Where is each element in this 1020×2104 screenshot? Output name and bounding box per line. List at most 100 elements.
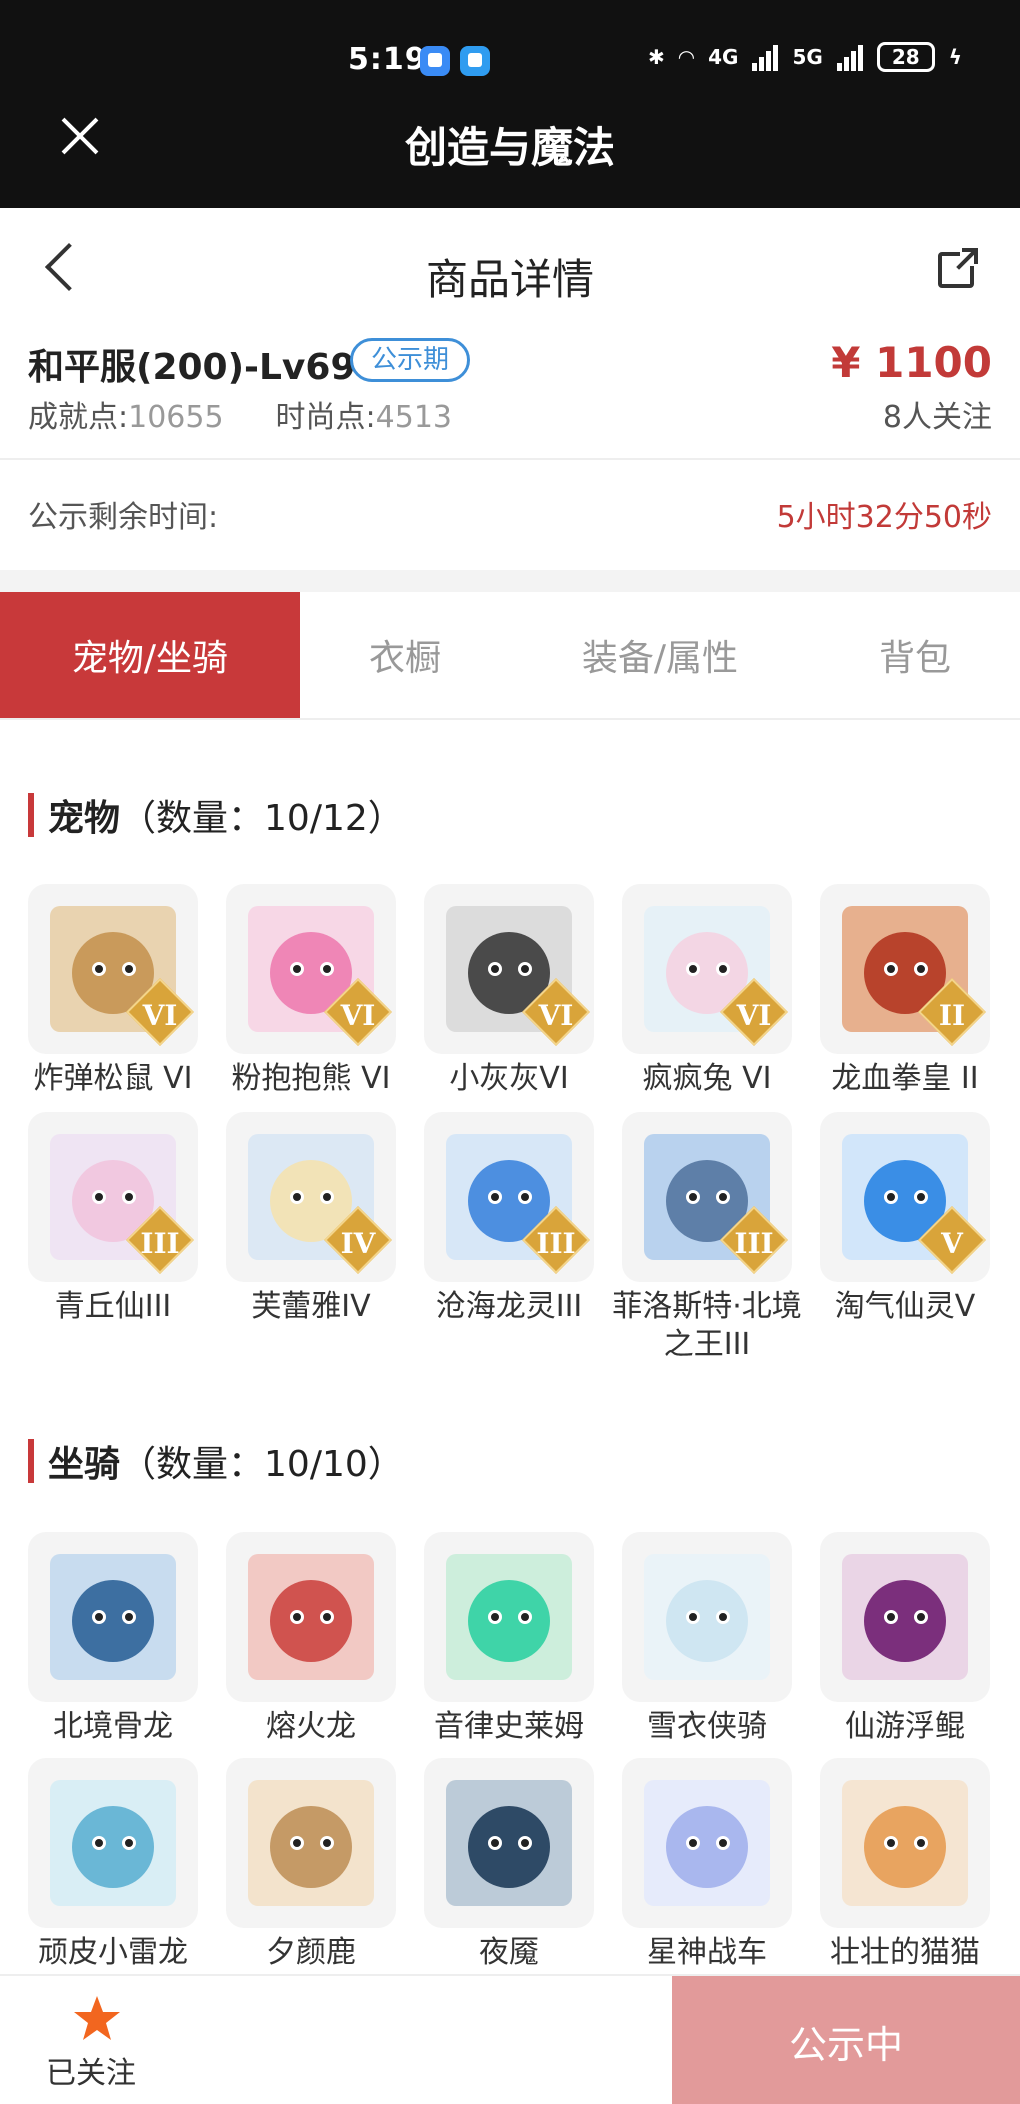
list-item[interactable]: VI 粉抱抱熊 VI bbox=[226, 884, 396, 1098]
item-label: 淘气仙灵V bbox=[834, 1289, 976, 1324]
nightmare-horse-icon bbox=[446, 1780, 572, 1906]
tab-equipment[interactable]: 装备/属性 bbox=[510, 592, 810, 718]
item-thumbnail[interactable]: VI bbox=[226, 884, 396, 1054]
character-eye bbox=[320, 1610, 334, 1624]
item-label: 夕颜鹿 bbox=[266, 1935, 356, 1970]
list-item[interactable]: 壮壮的猫猫 bbox=[820, 1758, 990, 1972]
item-label: 芙蕾雅IV bbox=[251, 1289, 371, 1324]
status-action-button[interactable]: 公示中 bbox=[672, 1976, 1020, 2104]
character-eye bbox=[686, 1836, 700, 1850]
item-thumbnail[interactable] bbox=[226, 1532, 396, 1702]
item-thumbnail[interactable]: III bbox=[424, 1112, 594, 1282]
character-eye bbox=[884, 962, 898, 976]
list-item[interactable]: VI 疯疯兔 VI bbox=[622, 884, 792, 1098]
list-item[interactable]: V 淘气仙灵V bbox=[820, 1112, 990, 1364]
follow-button-label[interactable]: 已关注 bbox=[46, 2048, 136, 2092]
item-thumbnail[interactable]: VI bbox=[28, 884, 198, 1054]
character-eye bbox=[92, 1190, 106, 1204]
character-eye bbox=[518, 1190, 532, 1204]
item-thumbnail[interactable]: III bbox=[622, 1112, 792, 1282]
character-body bbox=[72, 1806, 154, 1888]
list-item[interactable]: III 菲洛斯特·北境之王III bbox=[612, 1112, 802, 1364]
item-label: 仙游浮鲲 bbox=[845, 1709, 965, 1744]
remaining-time-value: 5小时32分50秒 bbox=[776, 500, 992, 535]
character-eye bbox=[122, 1836, 136, 1850]
item-thumbnail[interactable]: II bbox=[820, 884, 990, 1054]
item-thumbnail[interactable] bbox=[820, 1758, 990, 1928]
list-item[interactable]: 音律史莱姆 bbox=[424, 1532, 594, 1746]
item-thumbnail[interactable] bbox=[622, 1758, 792, 1928]
list-item[interactable]: II 龙血拳皇 II bbox=[820, 884, 990, 1098]
character-eye bbox=[488, 1190, 502, 1204]
character-eye bbox=[884, 1190, 898, 1204]
character-body bbox=[666, 1580, 748, 1662]
list-item[interactable]: 雪衣侠骑 bbox=[622, 1532, 792, 1746]
tab-wardrobe[interactable]: 衣橱 bbox=[300, 592, 510, 718]
list-item[interactable]: 夕颜鹿 bbox=[226, 1758, 396, 1972]
item-label: 雪衣侠骑 bbox=[647, 1709, 767, 1744]
item-label: 熔火龙 bbox=[266, 1709, 356, 1744]
character-body bbox=[864, 1806, 946, 1888]
item-thumbnail[interactable] bbox=[424, 1532, 594, 1702]
tab-pets-mounts[interactable]: 宠物/坐骑 bbox=[0, 592, 300, 718]
price: ¥ 1100 bbox=[831, 338, 992, 387]
shield-app-icon bbox=[420, 46, 450, 76]
section-spacer bbox=[0, 570, 1020, 592]
item-thumbnail[interactable] bbox=[28, 1532, 198, 1702]
character-eye bbox=[518, 1610, 532, 1624]
list-item[interactable]: 顽皮小雷龙 bbox=[28, 1758, 198, 1972]
item-thumbnail[interactable]: V bbox=[820, 1112, 990, 1282]
item-label: 顽皮小雷龙 bbox=[38, 1935, 188, 1970]
follower-count: 8人关注 bbox=[882, 400, 992, 435]
item-thumbnail[interactable]: IV bbox=[226, 1112, 396, 1282]
list-item[interactable]: 北境骨龙 bbox=[28, 1532, 198, 1746]
tab-label: 装备/属性 bbox=[581, 638, 739, 679]
tier-label: II bbox=[938, 999, 966, 1032]
remaining-time-label: 公示剩余时间: bbox=[28, 500, 219, 535]
section-marker bbox=[28, 1439, 34, 1483]
character-body bbox=[468, 1580, 550, 1662]
item-thumbnail[interactable] bbox=[424, 1758, 594, 1928]
character-body bbox=[270, 1580, 352, 1662]
item-thumbnail[interactable]: VI bbox=[424, 884, 594, 1054]
list-item[interactable]: 夜魇 bbox=[424, 1758, 594, 1972]
section-marker bbox=[28, 793, 34, 837]
item-label: 夜魇 bbox=[479, 1935, 539, 1970]
network-5g-label: 5G bbox=[792, 45, 823, 69]
list-item[interactable]: III 沧海龙灵III bbox=[424, 1112, 594, 1364]
bottom-bar: 已关注 公示中 bbox=[0, 1974, 1020, 2104]
star-shape bbox=[74, 1996, 120, 2040]
list-item[interactable]: 熔火龙 bbox=[226, 1532, 396, 1746]
section-title: 坐骑 bbox=[48, 1444, 121, 1485]
item-thumbnail[interactable] bbox=[28, 1758, 198, 1928]
status-time: 5:19 bbox=[348, 42, 427, 77]
character-eye bbox=[716, 1610, 730, 1624]
character-eye bbox=[290, 962, 304, 976]
product-info: 和平服(200)-Lv69 公示期 成就点:10655 时尚点:4513 ¥ 11… bbox=[0, 328, 1020, 460]
share-arrow-head-icon bbox=[962, 248, 978, 264]
action-label: 公示中 bbox=[788, 2022, 903, 2067]
character-eye bbox=[914, 1836, 928, 1850]
star-icon[interactable] bbox=[72, 1994, 122, 2042]
list-item[interactable]: III 青丘仙III bbox=[28, 1112, 198, 1364]
character-eye bbox=[914, 962, 928, 976]
tier-label: III bbox=[536, 1227, 576, 1260]
battery-level: 28 bbox=[891, 45, 920, 69]
tab-backpack[interactable]: 背包 bbox=[810, 592, 1020, 718]
section-count: （数量：10/12） bbox=[120, 798, 404, 839]
character-body bbox=[666, 1806, 748, 1888]
tier-label: VI bbox=[736, 999, 772, 1032]
item-thumbnail[interactable] bbox=[820, 1532, 990, 1702]
item-thumbnail[interactable]: VI bbox=[622, 884, 792, 1054]
white-horse-icon bbox=[644, 1554, 770, 1680]
list-item[interactable]: VI 小灰灰VI bbox=[424, 884, 594, 1098]
item-thumbnail[interactable] bbox=[622, 1532, 792, 1702]
character-eye bbox=[518, 1836, 532, 1850]
list-item[interactable]: VI 炸弹松鼠 VI bbox=[28, 884, 198, 1098]
item-thumbnail[interactable]: III bbox=[28, 1112, 198, 1282]
list-item[interactable]: IV 芙蕾雅IV bbox=[226, 1112, 396, 1364]
list-item[interactable]: 星神战车 bbox=[622, 1758, 792, 1972]
item-thumbnail[interactable] bbox=[226, 1758, 396, 1928]
character-eye bbox=[686, 1190, 700, 1204]
list-item[interactable]: 仙游浮鲲 bbox=[820, 1532, 990, 1746]
